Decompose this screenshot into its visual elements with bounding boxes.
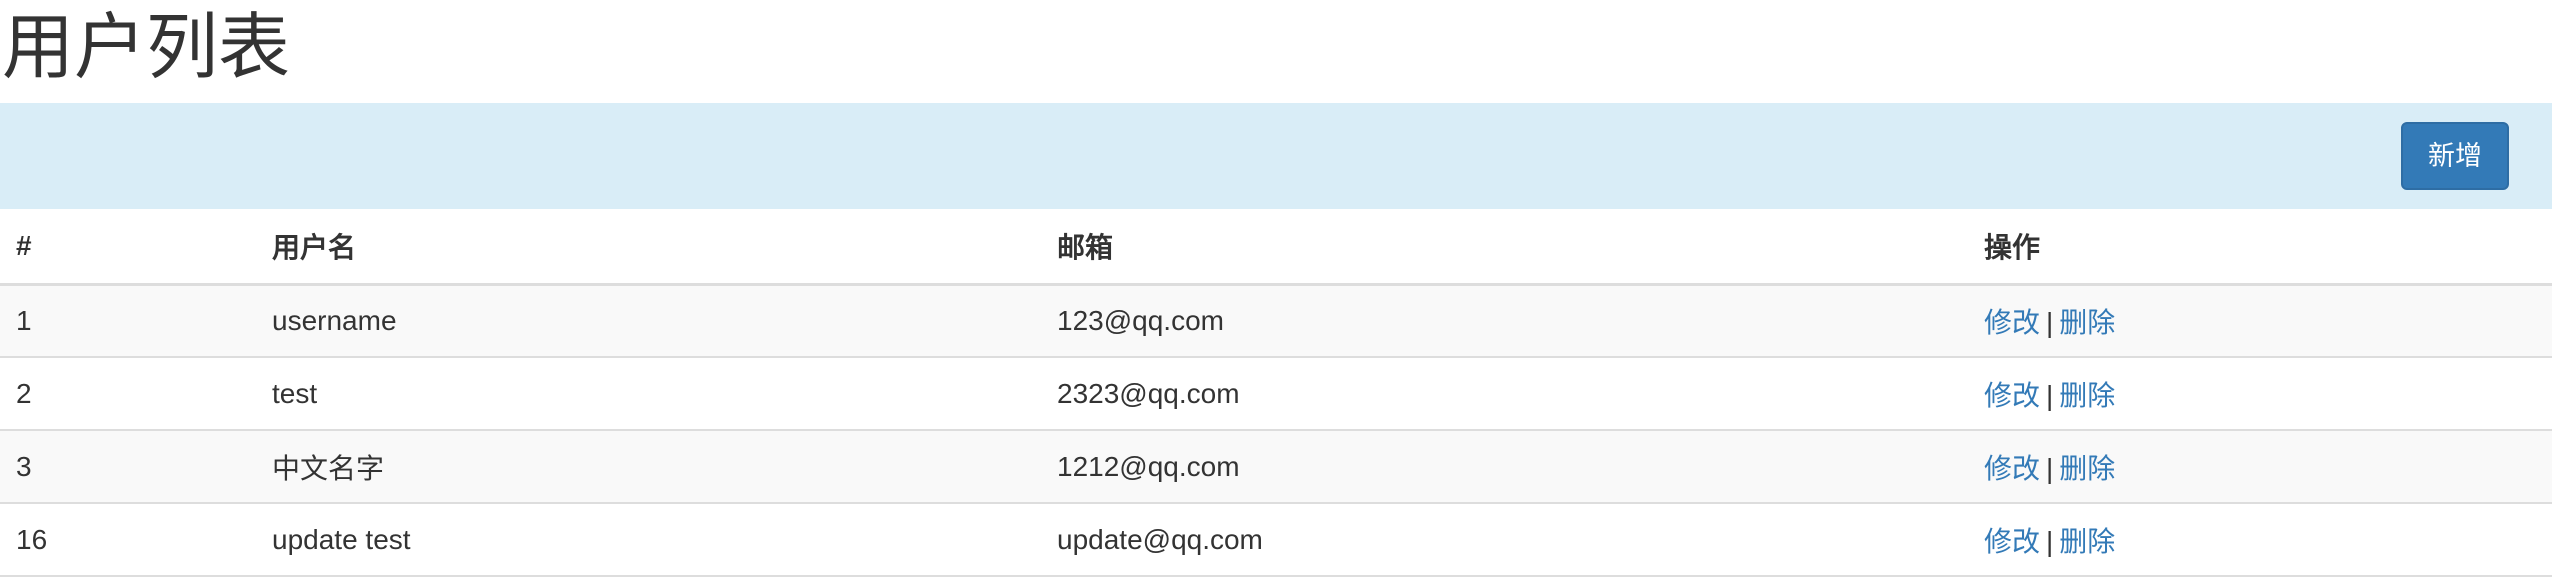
column-header-email: 邮箱: [1041, 209, 1968, 286]
table-row: 16 update test update@qq.com 修改 | 删除: [0, 503, 2552, 576]
edit-link[interactable]: 修改: [1984, 307, 2040, 338]
cell-id: 3: [16, 450, 32, 482]
page-title: 用户列表: [2, 8, 291, 88]
delete-link[interactable]: 删除: [2059, 380, 2115, 411]
column-header-actions: 操作: [1968, 209, 2552, 286]
cell-id: 16: [16, 523, 48, 555]
table-row: 3 中文名字 1212@qq.com 修改 | 删除: [0, 430, 2552, 503]
header-row: # 用户名 邮箱 操作: [0, 209, 2552, 286]
cell-username: update test: [272, 523, 411, 555]
cell-email: 123@qq.com: [1057, 304, 1224, 336]
table-row: 2 test 2323@qq.com 修改 | 删除: [0, 357, 2552, 430]
cell-actions: 修改 | 删除: [1968, 430, 2552, 503]
edit-link[interactable]: 修改: [1984, 380, 2040, 411]
column-header-id: #: [0, 209, 256, 286]
cell-username: test: [272, 377, 318, 409]
column-header-username: 用户名: [256, 209, 1041, 286]
cell-actions: 修改 | 删除: [1968, 503, 2552, 576]
table-row: 1 username 123@qq.com 修改 | 删除: [0, 284, 2552, 357]
edit-link[interactable]: 修改: [1984, 526, 2040, 557]
cell-email: update@qq.com: [1057, 523, 1263, 555]
edit-link[interactable]: 修改: [1984, 453, 2040, 484]
action-separator: |: [2046, 379, 2054, 411]
cell-email: 2323@qq.com: [1057, 377, 1240, 409]
cell-actions: 修改 | 删除: [1968, 284, 2552, 357]
cell-username: 中文名字: [272, 452, 385, 484]
cell-actions: 修改 | 删除: [1968, 357, 2552, 430]
delete-link[interactable]: 删除: [2059, 453, 2115, 484]
delete-link[interactable]: 删除: [2059, 307, 2115, 338]
toolbar: 新增: [0, 103, 2552, 209]
action-separator: |: [2046, 306, 2054, 338]
action-separator: |: [2046, 525, 2054, 557]
user-table: # 用户名 邮箱 操作 1 username 123@qq.com 修改 | 删除 …: [0, 209, 2552, 577]
cell-username: username: [272, 304, 397, 336]
cell-id: 2: [16, 377, 32, 409]
cell-id: 1: [16, 304, 32, 336]
table-body: 1 username 123@qq.com 修改 | 删除 2 test 2323@…: [0, 284, 2552, 576]
table-header: # 用户名 邮箱 操作: [0, 209, 2552, 286]
cell-email: 1212@qq.com: [1057, 450, 1240, 482]
add-button[interactable]: 新增: [2401, 122, 2509, 190]
action-separator: |: [2046, 452, 2054, 484]
delete-link[interactable]: 删除: [2059, 526, 2115, 557]
